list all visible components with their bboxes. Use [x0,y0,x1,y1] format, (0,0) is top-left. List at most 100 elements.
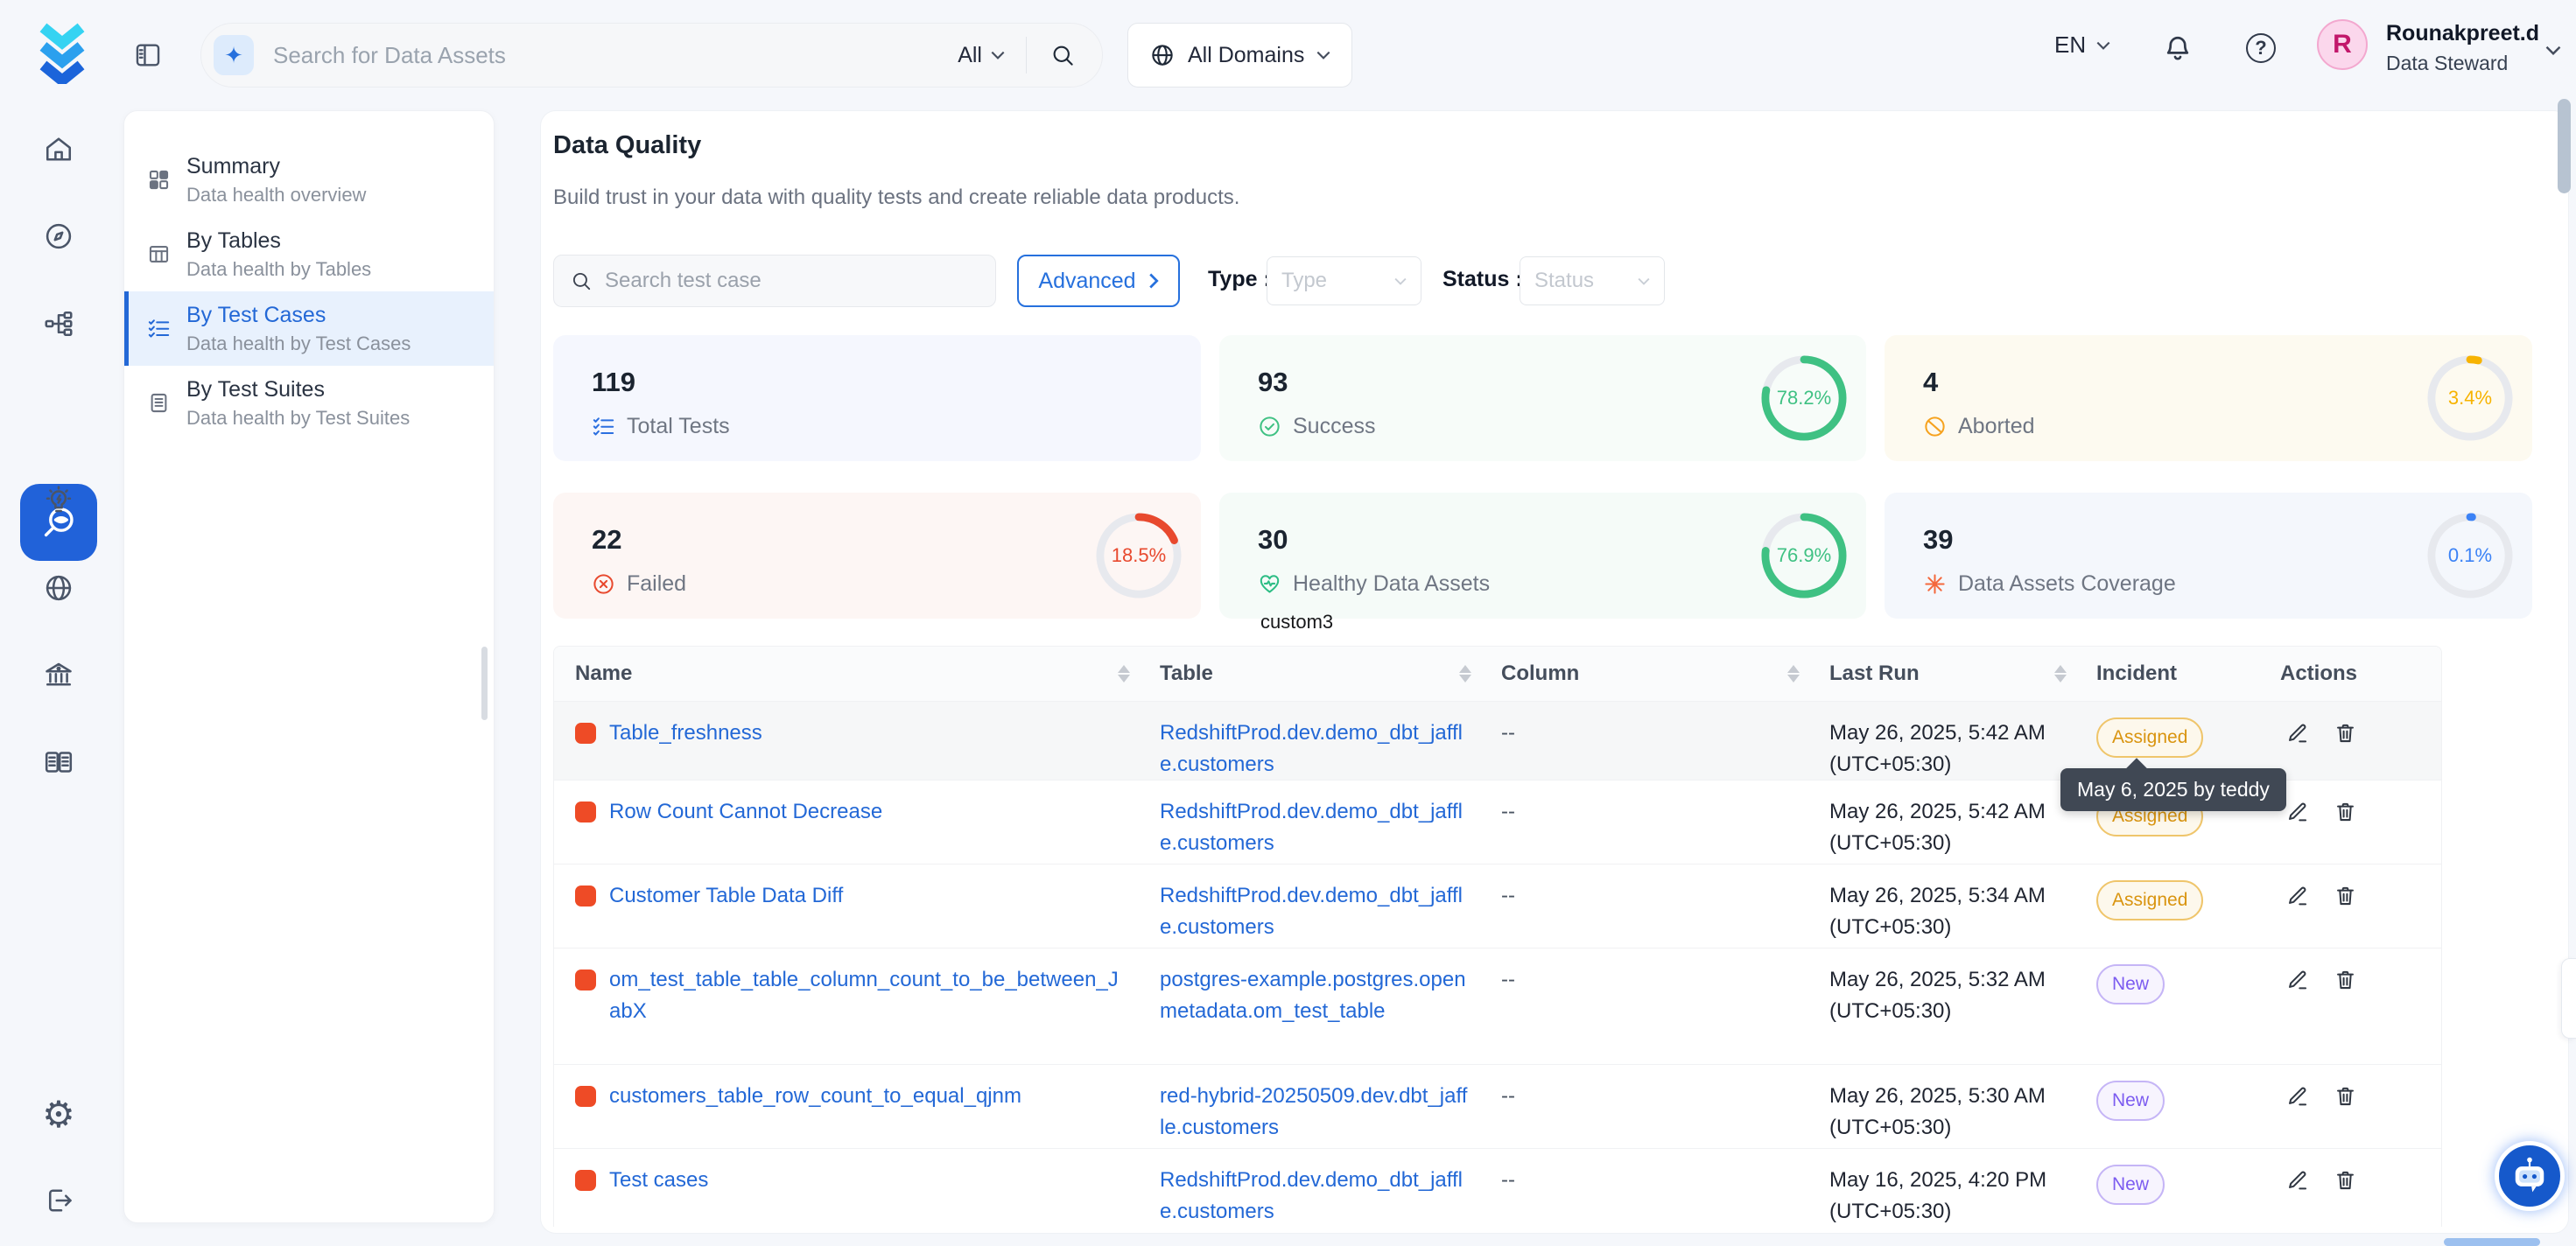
openmetadata-logo[interactable] [33,23,91,84]
global-search-placeholder[interactable]: Search for Data Assets [273,42,958,69]
domains-dropdown[interactable]: All Domains [1127,23,1352,88]
cell-actions [2259,1149,2442,1227]
incident-badge[interactable]: New [2096,964,2165,1004]
search-icon [570,270,593,292]
nav-item-summary[interactable]: Summary Data health overview [124,143,494,217]
cell-column: -- [1480,1065,1808,1148]
status-square-icon [575,1086,596,1107]
language-dropdown[interactable]: EN [2054,32,2110,59]
ring-percent: 78.2% [1761,355,1847,441]
table-link[interactable]: RedshiftProd.dev.demo_dbt_jaffle.custome… [1160,800,1463,855]
delete-icon[interactable] [2334,721,2357,780]
data-quality-nav: Summary Data health overviewBy Tables Da… [123,110,495,1223]
globe-icon [1149,42,1176,68]
sidebar-item-settings[interactable]: ⚙ [42,1096,75,1133]
test-case-link[interactable]: Customer Table Data Diff [609,880,843,912]
nav-item-by-test-suites[interactable]: By Test Suites Data health by Test Suite… [124,366,494,440]
nav-item-by-test-cases[interactable]: By Test Cases Data health by Test Cases [124,291,494,366]
sort-icon[interactable] [1787,665,1800,682]
incident-badge[interactable]: Assigned [2096,718,2203,758]
column-header-name[interactable]: Name [554,662,1139,686]
column-header-column[interactable]: Column [1480,662,1808,686]
edit-icon[interactable] [2285,800,2309,864]
test-case-link[interactable]: Table_freshness [609,718,762,749]
nav-item-by-tables[interactable]: By Tables Data health by Tables [124,217,494,291]
incident-badge[interactable]: New [2096,1081,2165,1121]
notifications-bell-icon[interactable] [2162,33,2193,65]
cell-actions [2259,948,2442,1064]
edit-icon[interactable] [2285,968,2309,1064]
edit-icon[interactable] [2285,1084,2309,1148]
test-case-search-input[interactable]: Search test case [553,255,996,307]
sidebar-item-explore[interactable] [43,220,74,252]
cell-table: RedshiftProd.dev.demo_dbt_jaffle.custome… [1139,864,1480,948]
search-scope-dropdown[interactable]: All [958,43,1005,68]
test-case-link[interactable]: customers_table_row_count_to_equal_qjnm [609,1081,1021,1112]
checklist-icon [147,317,171,340]
search-icon[interactable] [1049,42,1076,68]
grid-icon [147,168,171,192]
sort-icon[interactable] [1459,665,1471,682]
delete-icon[interactable] [2334,1168,2357,1227]
cell-incident: Assigned [2075,864,2259,948]
sidebar-item-glossary[interactable] [43,746,74,778]
table-link[interactable]: postgres-example.postgres.openmetadata.o… [1160,968,1466,1023]
delete-icon[interactable] [2334,884,2357,948]
cell-name: Customer Table Data Diff [554,864,1139,948]
edit-icon[interactable] [2285,884,2309,948]
test-case-search-placeholder: Search test case [605,269,762,293]
user-menu[interactable]: Rounakpreet.d Data Steward [2386,21,2539,75]
sidebar-item-insights[interactable] [43,485,74,516]
incident-tooltip: May 6, 2025 by teddy [2060,768,2286,811]
sparkle-icon[interactable]: ✦ [214,35,254,75]
chevron-down-icon [2096,41,2110,50]
advanced-filter-button[interactable]: Advanced [1017,255,1180,307]
test-case-link[interactable]: Row Count Cannot Decrease [609,796,882,828]
edit-icon[interactable] [2285,721,2309,780]
gear-icon: ⚙ [42,1094,75,1135]
prohibit-icon [1923,415,1947,438]
cell-table: RedshiftProd.dev.demo_dbt_jaffle.custome… [1139,702,1480,780]
edit-icon[interactable] [2285,1168,2309,1227]
sidebar-item-home[interactable] [43,134,74,165]
sidebar-item-lineage[interactable] [43,308,74,340]
type-filter-select[interactable]: Type [1267,256,1421,305]
cell-last-run: May 26, 2025, 5:32 AM(UTC+05:30) [1808,948,2075,1064]
nav-scrollbar-thumb[interactable] [481,647,488,720]
sort-icon[interactable] [2054,665,2067,682]
help-icon[interactable]: ? [2246,33,2276,63]
status-square-icon [575,723,596,744]
table-row: om_test_table_table_column_count_to_be_b… [554,948,2441,1065]
column-header-last-run[interactable]: Last Run [1808,662,2075,686]
vertical-scrollbar-thumb[interactable] [2558,99,2571,193]
global-search[interactable]: ✦ Search for Data Assets All [200,23,1103,88]
bank-icon [43,659,74,690]
sidebar-item-domains[interactable] [43,572,74,604]
horizontal-scrollbar-thumb[interactable] [2444,1238,2540,1246]
sidebar-item-logout[interactable] [43,1185,74,1216]
incident-badge[interactable]: Assigned [2096,880,2203,920]
chevron-down-icon[interactable] [2545,46,2561,55]
sidebar-item-govern[interactable] [43,659,74,690]
custom3-annotation: custom3 [1260,611,1333,634]
avatar[interactable]: R [2317,19,2368,70]
sidebar-toggle-icon[interactable] [133,40,163,70]
table-link[interactable]: red-hybrid-20250509.dev.dbt_jaffle.custo… [1160,1084,1467,1139]
delete-icon[interactable] [2334,968,2357,1064]
stat-card-data-assets-coverage: 39 Data Assets Coverage 0.1% [1885,493,2532,619]
edge-handle[interactable] [2561,958,2576,1039]
incident-badge[interactable]: New [2096,1165,2165,1205]
table-link[interactable]: RedshiftProd.dev.demo_dbt_jaffle.custome… [1160,721,1463,776]
column-header-table[interactable]: Table [1139,662,1480,686]
test-case-link[interactable]: Test cases [609,1165,708,1196]
status-filter-select[interactable]: Status [1520,256,1665,305]
sort-icon[interactable] [1118,665,1130,682]
chat-bot-button[interactable] [2495,1141,2565,1211]
table-link[interactable]: RedshiftProd.dev.demo_dbt_jaffle.custome… [1160,884,1463,939]
progress-ring: 0.1% [2427,513,2513,598]
delete-icon[interactable] [2334,800,2357,864]
table-link[interactable]: RedshiftProd.dev.demo_dbt_jaffle.custome… [1160,1168,1463,1223]
test-case-link[interactable]: om_test_table_table_column_count_to_be_b… [609,964,1127,1027]
chevron-down-icon [991,51,1005,60]
delete-icon[interactable] [2334,1084,2357,1148]
